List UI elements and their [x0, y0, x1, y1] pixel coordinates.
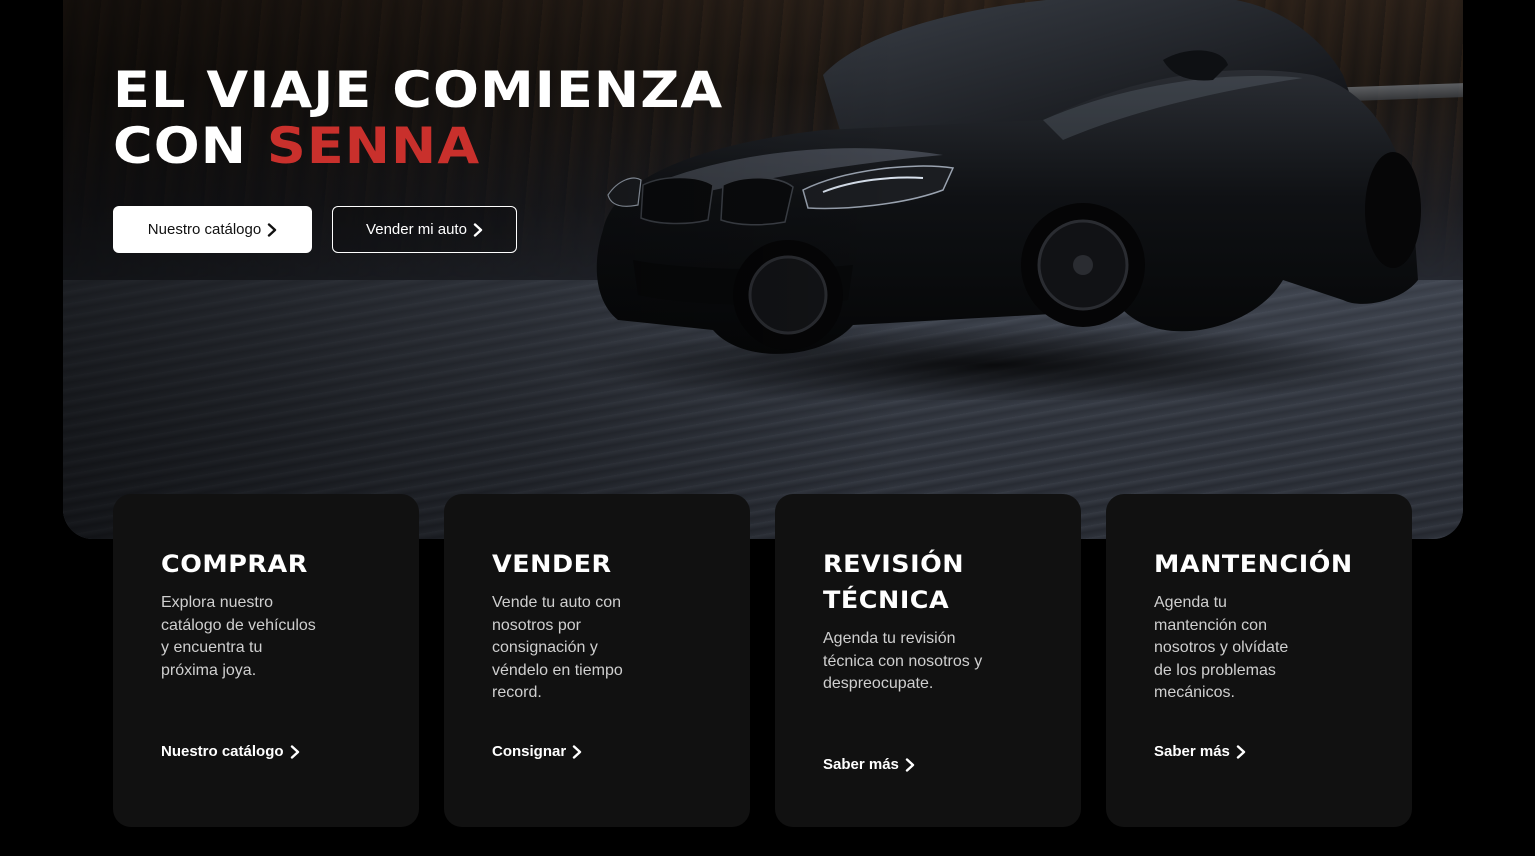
- chevron-right-icon: [1236, 744, 1246, 759]
- hero-title-brand: SENNA: [266, 117, 481, 175]
- card-title: VENDER: [492, 550, 612, 578]
- hero-title-line1: EL VIAJE COMIENZA: [113, 61, 724, 119]
- service-card-revision-tecnica: REVISIÓN TÉCNICA Agenda tu revisión técn…: [775, 494, 1081, 827]
- learn-more-link-label: Saber más: [1154, 743, 1230, 760]
- catalog-link[interactable]: Nuestro catálogo: [161, 743, 300, 760]
- catalog-button[interactable]: Nuestro catálogo: [113, 206, 312, 253]
- card-title-line1: REVISIÓN: [823, 550, 965, 578]
- learn-more-link[interactable]: Saber más: [1154, 743, 1246, 760]
- page: EL VIAJE COMIENZA CON SENNA Nuestro catá…: [0, 0, 1535, 856]
- chevron-right-icon: [290, 744, 300, 759]
- consign-link[interactable]: Consignar: [492, 743, 582, 760]
- chevron-right-icon: [572, 744, 582, 759]
- learn-more-link-label: Saber más: [823, 756, 899, 773]
- sell-car-button[interactable]: Vender mi auto: [332, 206, 517, 253]
- card-description: Agenda tu mantención con nosotros y olví…: [1154, 594, 1289, 701]
- hero-title: EL VIAJE COMIENZA CON SENNA: [113, 62, 723, 174]
- card-title: MANTENCIÓN: [1154, 550, 1353, 578]
- card-title-line2: TÉCNICA: [823, 586, 950, 614]
- card-title: COMPRAR: [161, 550, 308, 578]
- chevron-right-icon: [473, 222, 483, 237]
- chevron-right-icon: [905, 757, 915, 772]
- card-description: Agenda tu revisión técnica con nosotros …: [823, 630, 983, 692]
- catalog-link-label: Nuestro catálogo: [161, 743, 284, 760]
- learn-more-link[interactable]: Saber más: [823, 756, 915, 773]
- service-card-mantencion: MANTENCIÓN Agenda tu mantención con noso…: [1106, 494, 1412, 827]
- hero-title-line2-prefix: CON: [113, 117, 267, 175]
- card-title: REVISIÓN TÉCNICA: [823, 546, 1046, 618]
- card-description: Explora nuestro catálogo de vehículos y …: [161, 594, 316, 679]
- chevron-right-icon: [267, 222, 277, 237]
- service-card-comprar: COMPRAR Explora nuestro catálogo de vehí…: [113, 494, 419, 827]
- sell-car-button-label: Vender mi auto: [366, 221, 467, 238]
- catalog-button-label: Nuestro catálogo: [147, 221, 262, 238]
- service-card-vender: VENDER Vende tu auto con nosotros por co…: [444, 494, 750, 827]
- card-description: Vende tu auto con nosotros por consignac…: [492, 594, 623, 701]
- consign-link-label: Consignar: [492, 743, 567, 760]
